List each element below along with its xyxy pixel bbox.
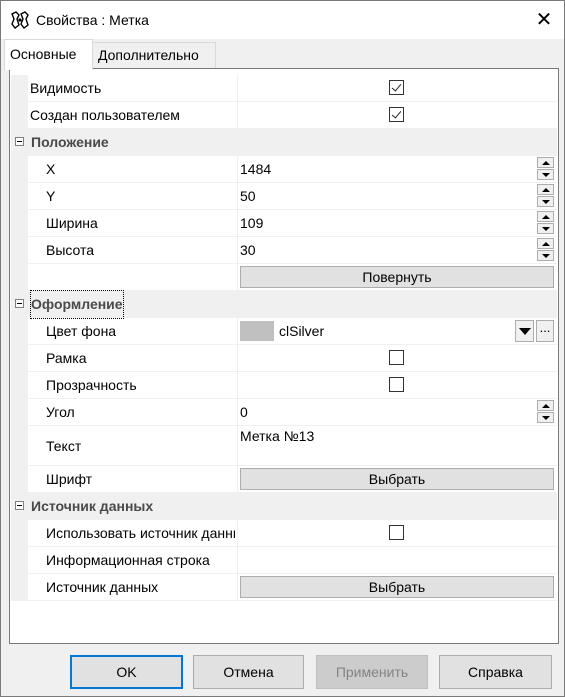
property-grid-panel: Видимость Создан пользователем Положение bbox=[9, 68, 559, 644]
frame-checkbox[interactable] bbox=[389, 350, 404, 365]
frame-label: Рамка bbox=[46, 350, 87, 366]
category-datasource-label: Источник данных bbox=[31, 498, 154, 514]
ellipsis-button[interactable]: ... bbox=[536, 320, 554, 342]
row-text: Текст Метка №13 bbox=[11, 426, 557, 466]
visibility-label: Видимость bbox=[30, 80, 102, 96]
cancel-button[interactable]: Отмена bbox=[193, 655, 304, 689]
x-label: X bbox=[46, 161, 56, 177]
row-rotate: Повернуть bbox=[11, 264, 557, 291]
category-style-label: Оформление bbox=[30, 290, 124, 319]
tab-advanced[interactable]: Дополнительно bbox=[92, 42, 216, 68]
spin-down-icon[interactable] bbox=[537, 169, 554, 180]
spin-down-icon[interactable] bbox=[537, 412, 554, 423]
row-info-string: Информационная строка bbox=[11, 547, 557, 574]
info-string-label: Информационная строка bbox=[46, 552, 210, 568]
tab-strip: Основные Дополнительно bbox=[4, 39, 564, 70]
font-select-button[interactable]: Выбрать bbox=[240, 468, 554, 490]
transparency-label: Прозрачность bbox=[46, 377, 137, 393]
bg-color-label: Цвет фона bbox=[46, 323, 117, 339]
height-spinner[interactable] bbox=[537, 238, 554, 262]
spin-up-icon[interactable] bbox=[537, 184, 554, 195]
help-button[interactable]: Справка bbox=[439, 655, 552, 689]
user-created-label: Создан пользователем bbox=[30, 107, 180, 123]
bg-color-value[interactable]: clSilver bbox=[279, 318, 324, 344]
spin-down-icon[interactable] bbox=[537, 223, 554, 234]
height-label: Высота bbox=[46, 242, 95, 258]
datasource-select-button[interactable]: Выбрать bbox=[240, 576, 554, 598]
y-input[interactable]: 50 bbox=[240, 183, 256, 209]
category-position[interactable]: Положение bbox=[11, 129, 557, 156]
spin-up-icon[interactable] bbox=[537, 400, 554, 411]
category-datasource[interactable]: Источник данных bbox=[11, 493, 557, 520]
apply-button[interactable]: Применить bbox=[316, 655, 428, 689]
datasource-label: Источник данных bbox=[46, 579, 159, 595]
spin-up-icon[interactable] bbox=[537, 157, 554, 168]
text-label: Текст bbox=[46, 438, 82, 454]
tab-main[interactable]: Основные bbox=[4, 39, 93, 70]
use-datasource-label: Использовать источник данных bbox=[46, 525, 235, 541]
font-label: Шрифт bbox=[46, 471, 93, 487]
title-bar[interactable]: Свойства : Метка ✕ bbox=[1, 1, 564, 39]
angle-label: Угол bbox=[46, 404, 75, 420]
row-x: X 1484 bbox=[11, 156, 557, 183]
properties-app-icon bbox=[11, 11, 29, 29]
row-transparency: Прозрачность bbox=[11, 372, 557, 399]
collapse-icon[interactable] bbox=[15, 137, 24, 146]
category-style[interactable]: Оформление bbox=[11, 290, 557, 319]
x-input[interactable]: 1484 bbox=[240, 156, 271, 182]
ok-button[interactable]: OK bbox=[70, 655, 183, 689]
angle-input[interactable]: 0 bbox=[240, 399, 248, 425]
row-font: Шрифт Выбрать bbox=[11, 466, 557, 493]
visibility-checkbox[interactable] bbox=[389, 80, 404, 95]
row-y: Y 50 bbox=[11, 183, 557, 210]
collapse-icon[interactable] bbox=[15, 299, 24, 308]
user-created-checkbox[interactable] bbox=[389, 107, 404, 122]
rotate-button[interactable]: Повернуть bbox=[240, 266, 554, 288]
x-spinner[interactable] bbox=[537, 157, 554, 181]
transparency-checkbox[interactable] bbox=[389, 377, 404, 392]
color-swatch bbox=[240, 321, 274, 341]
spin-up-icon[interactable] bbox=[537, 238, 554, 249]
spin-up-icon[interactable] bbox=[537, 211, 554, 222]
row-user-created: Создан пользователем bbox=[11, 102, 557, 129]
collapse-icon[interactable] bbox=[15, 501, 24, 510]
y-label: Y bbox=[46, 188, 56, 204]
spin-down-icon[interactable] bbox=[537, 196, 554, 207]
row-width: Ширина 109 bbox=[11, 210, 557, 237]
height-input[interactable]: 30 bbox=[240, 237, 256, 263]
text-input[interactable]: Метка №13 bbox=[240, 423, 314, 449]
spin-down-icon[interactable] bbox=[537, 250, 554, 261]
row-visibility: Видимость bbox=[11, 75, 557, 102]
use-datasource-checkbox[interactable] bbox=[389, 525, 404, 540]
properties-dialog: Свойства : Метка ✕ Основные Дополнительн… bbox=[0, 0, 565, 697]
width-input[interactable]: 109 bbox=[240, 210, 263, 236]
row-use-datasource: Использовать источник данных bbox=[11, 520, 557, 547]
row-height: Высота 30 bbox=[11, 237, 557, 264]
row-frame: Рамка bbox=[11, 345, 557, 372]
width-spinner[interactable] bbox=[537, 211, 554, 235]
width-label: Ширина bbox=[46, 215, 98, 231]
row-datasource: Источник данных Выбрать bbox=[11, 574, 557, 601]
category-position-label: Положение bbox=[31, 134, 109, 150]
row-angle: Угол 0 bbox=[11, 399, 557, 426]
chevron-down-icon[interactable] bbox=[515, 320, 534, 342]
y-spinner[interactable] bbox=[537, 184, 554, 208]
row-bg-color: Цвет фона clSilver ... bbox=[11, 318, 557, 345]
close-icon[interactable]: ✕ bbox=[529, 9, 559, 31]
angle-spinner[interactable] bbox=[537, 400, 554, 424]
window-title: Свойства : Метка bbox=[36, 12, 149, 28]
